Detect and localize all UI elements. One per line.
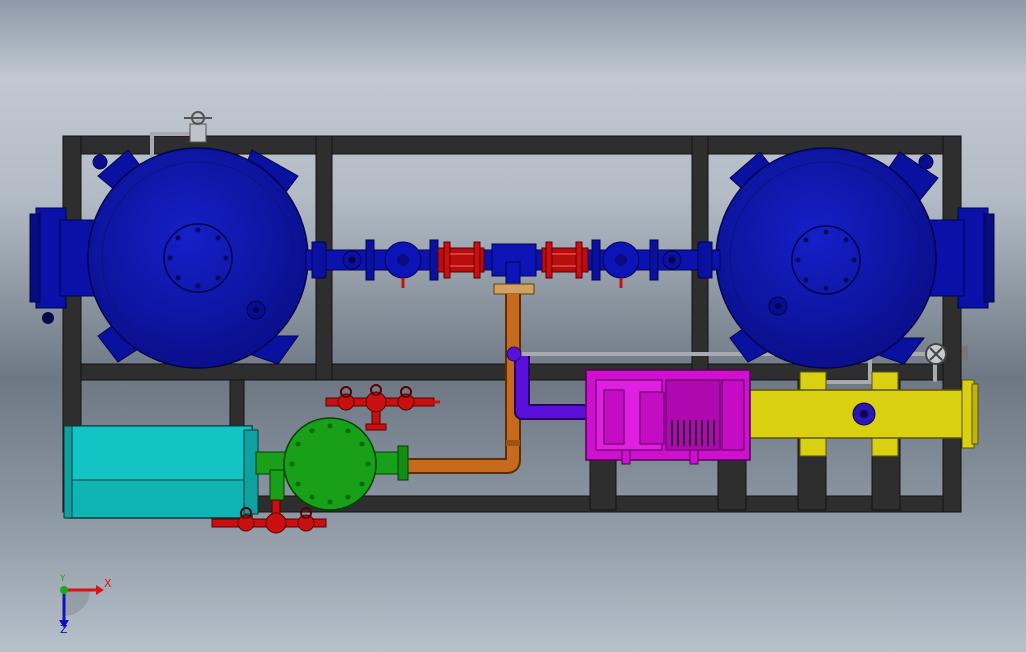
header-strainer-right[interactable]: [541, 241, 589, 279]
lower-manifold-valve-2: [265, 512, 287, 534]
filter-housing-cover: [283, 417, 377, 511]
heat-exchanger: [735, 371, 979, 457]
skid-assembly-drawing[interactable]: [0, 0, 1026, 652]
header-strainer-left[interactable]: [437, 241, 485, 279]
coordinate-triad: [59, 585, 104, 628]
triad-x-label: X: [104, 577, 112, 590]
frame-right-post: [942, 135, 962, 513]
triad-z-label: Z: [60, 623, 68, 636]
pump-unit: [63, 425, 259, 519]
right-vessel-shell: [715, 147, 937, 369]
left-vessel-shell: [87, 147, 309, 369]
compressor-fin-block: [665, 379, 721, 451]
triad-y-label: Y: [60, 574, 66, 584]
triad-y-axis: [60, 586, 68, 594]
header-manifold: [305, 239, 721, 288]
cad-viewport[interactable]: X Y Z: [0, 0, 1026, 652]
compressor-unit: [585, 369, 751, 465]
